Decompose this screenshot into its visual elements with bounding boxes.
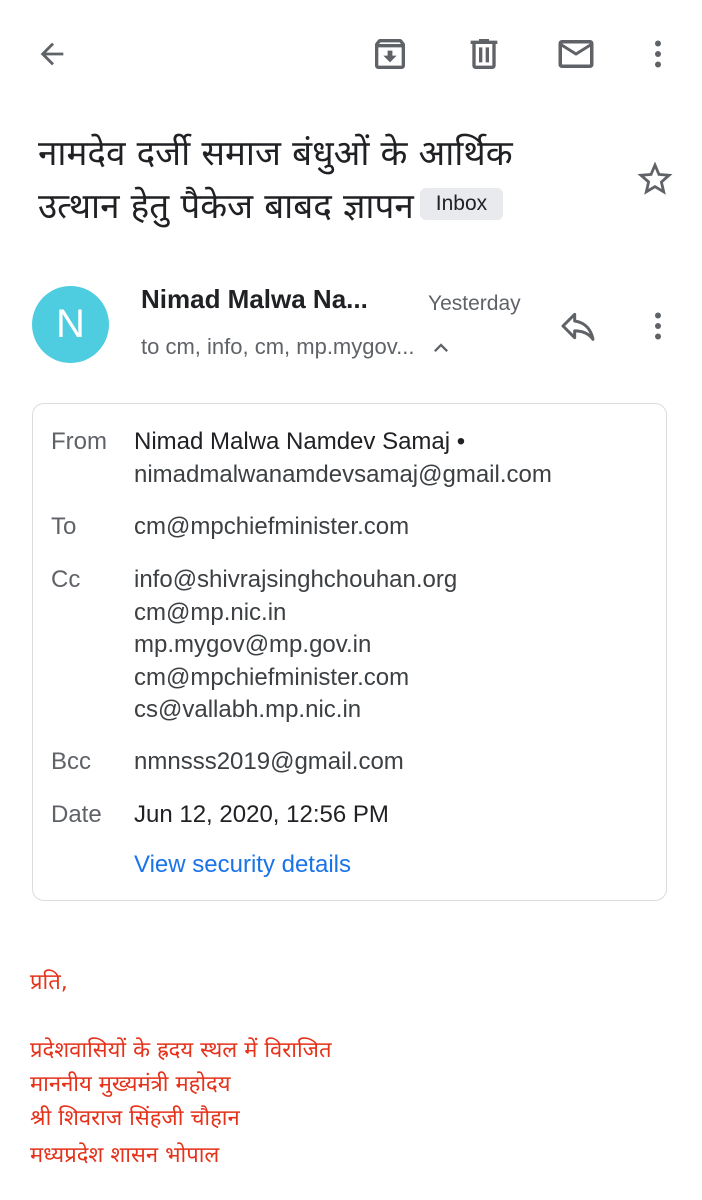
to-label: To — [51, 513, 77, 540]
subject-line-2-text: उत्थान हेतु पैकेज बाबद ज्ञापन — [38, 187, 414, 227]
cc-email[interactable]: cm@mpchiefminister.com — [134, 662, 457, 695]
recipients-summary[interactable]: to cm, info, cm, mp.mygov... — [141, 334, 455, 362]
subject-line-1: नामदेव दर्जी समाज बंधुओं के आर्थिक — [38, 134, 513, 174]
arrow-back-icon — [40, 42, 64, 66]
body-line: मध्यप्रदेश शासन भोपाल — [30, 1143, 220, 1168]
delete-icon — [470, 39, 498, 69]
more-options-button[interactable] — [638, 28, 678, 80]
from-label: From — [51, 428, 107, 455]
mark-unread-button[interactable] — [550, 28, 602, 80]
cc-label: Cc — [51, 566, 81, 593]
more-vert-icon — [655, 312, 661, 340]
body-line: प्रदेशवासियों के ह्रदय स्थल में विराजित — [30, 1038, 332, 1063]
email-time: Yesterday — [428, 292, 521, 315]
bcc-label: Bcc — [51, 748, 92, 775]
cc-email[interactable]: mp.mygov@mp.gov.in — [134, 629, 457, 662]
email-subject: नामदेव दर्जी समाज बंधुओं के आर्थिक उत्था… — [38, 128, 628, 234]
back-button[interactable] — [26, 28, 78, 80]
recipients-summary-text: to cm, info, cm, mp.mygov... — [141, 334, 415, 359]
date-value: Jun 12, 2020, 12:56 PM — [134, 801, 389, 828]
body-line: प्रति, — [30, 970, 68, 995]
reply-icon — [561, 312, 595, 341]
sender-name: Nimad Malwa Na... — [141, 284, 368, 314]
star-button[interactable] — [630, 154, 680, 204]
view-security-details-link[interactable]: View security details — [134, 851, 351, 879]
message-more-button[interactable] — [638, 300, 678, 352]
delete-button[interactable] — [458, 28, 510, 80]
date-label: Date — [51, 801, 102, 828]
from-name: Nimad Malwa Namdev Samaj • — [134, 428, 466, 455]
subject-line-2: उत्थान हेतु पैकेज बाबद ज्ञापन Inbox — [38, 181, 628, 234]
from-email[interactable]: nimadmalwanamdevsamaj@gmail.com — [134, 459, 552, 492]
mark-unread-icon — [558, 40, 594, 68]
cc-email[interactable]: cm@mp.nic.in — [134, 597, 457, 630]
star-outline-icon — [637, 161, 673, 195]
inbox-label-badge[interactable]: Inbox — [419, 188, 504, 220]
bcc-value[interactable]: nmnsss2019@gmail.com — [134, 746, 404, 779]
cc-email[interactable]: cs@vallabh.mp.nic.in — [134, 694, 457, 727]
cc-values: info@shivrajsinghchouhan.org cm@mp.nic.i… — [134, 564, 457, 727]
body-line: श्री शिवराज सिंहजी चौहान — [30, 1106, 240, 1131]
chevron-up-icon — [433, 343, 448, 353]
from-value: Nimad Malwa Namdev Samaj • nimadmalwanam… — [134, 426, 552, 491]
sender-avatar[interactable]: N — [32, 286, 109, 363]
more-vert-icon — [655, 40, 661, 68]
cc-email[interactable]: info@shivrajsinghchouhan.org — [134, 564, 457, 597]
archive-button[interactable] — [364, 28, 416, 80]
reply-button[interactable] — [552, 300, 604, 352]
body-line: माननीय मुख्यमंत्री महोदय — [30, 1072, 231, 1097]
to-value[interactable]: cm@mpchiefminister.com — [134, 511, 409, 544]
archive-icon — [375, 39, 405, 69]
